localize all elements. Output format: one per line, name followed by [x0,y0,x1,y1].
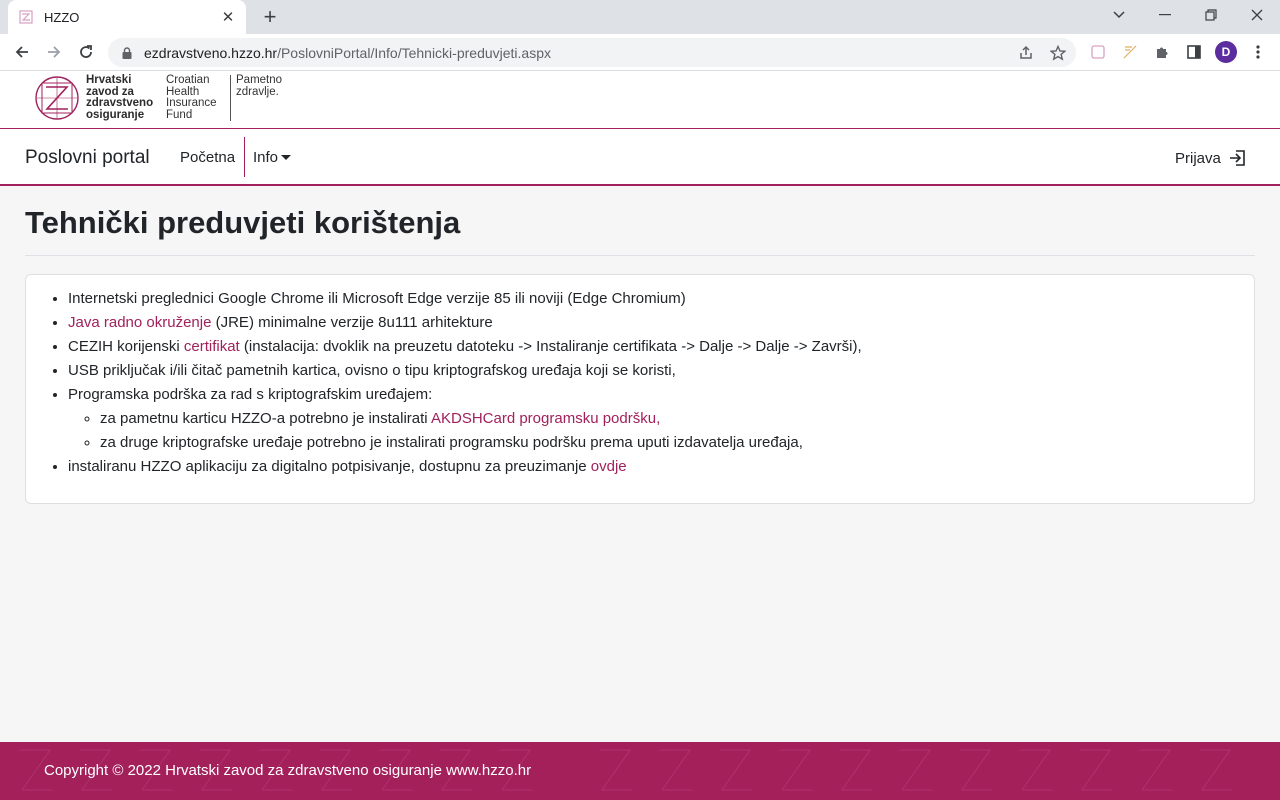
address-bar[interactable]: ezdravstveno.hzzo.hr/PoslovniPortal/Info… [108,38,1076,67]
browser-tab[interactable]: HZZO ✕ [8,0,246,34]
share-icon[interactable] [1016,43,1036,63]
back-icon[interactable] [10,40,34,64]
tab-title: HZZO [44,9,80,25]
extension-hzzo-icon[interactable] [1088,42,1108,62]
logo-slogan: Pametno zdravlje. [236,74,283,98]
list-item: CEZIH korijenski certifikat (instalacija… [68,335,862,359]
puzzle-icon[interactable] [1152,42,1172,62]
logo-text-hr: Hrvatski zavod za zdravstveno osiguranje [86,74,154,121]
nav-item-home[interactable]: Početna [180,149,235,166]
sub-list-item: za pametnu karticu HZZO-a potrebno je in… [100,407,862,431]
list-item-text: instaliranu HZZO aplikaciju za digitalno… [68,458,591,475]
list-item-text: CEZIH korijenski [68,338,184,355]
nav-item-info-dropdown[interactable]: Info [253,149,292,166]
restore-icon[interactable] [1188,0,1234,30]
list-item: instaliranu HZZO aplikaciju za digitalno… [68,455,862,479]
window-close-icon[interactable] [1234,0,1280,30]
list-item-text: (instalacija: dvoklik na preuzetu datote… [239,338,862,355]
title-divider [25,255,1255,256]
browser-tabbar: HZZO ✕ + [0,0,1280,34]
list-item-text: Internetski preglednici Google Chrome il… [68,290,686,307]
url-text: ezdravstveno.hzzo.hr/PoslovniPortal/Info… [144,44,551,61]
logo-mark-icon [35,76,79,120]
certificate-link[interactable]: certifikat [184,338,240,355]
hzzo-logo[interactable]: Hrvatski zavod za zdravstveno osiguranje… [34,74,283,121]
sub-list: za pametnu karticu HZZO-a potrebno je in… [100,407,862,455]
list-item-text: USB priključak i/ili čitač pametnih kart… [68,362,676,379]
login-icon [1229,150,1245,166]
close-icon[interactable]: ✕ [220,9,236,26]
download-link[interactable]: ovdje [591,458,627,475]
sidepanel-icon[interactable] [1184,42,1204,62]
java-link[interactable]: Java radno okruženje [68,314,211,331]
tab-search-icon[interactable] [1096,0,1142,30]
list-item: Internetski preglednici Google Chrome il… [68,287,862,311]
menu-icon[interactable] [1248,42,1268,62]
caret-down-icon [281,155,292,160]
logo-divider [230,75,231,121]
list-item: USB priključak i/ili čitač pametnih kart… [68,359,862,383]
forward-icon[interactable] [42,40,66,64]
list-item: Java radno okruženje (JRE) minimalne ver… [68,311,862,335]
browser-toolbar: ezdravstveno.hzzo.hr/PoslovniPortal/Info… [0,34,1280,71]
login-button[interactable]: Prijava [1175,149,1247,167]
list-item: Programska podrška za rad s kriptografsk… [68,383,862,455]
nav-item-info-label: Info [253,149,279,166]
akdshcard-link[interactable]: AKDSHCard programsku podršku, [431,410,660,427]
list-item-text: Programska podrška za rad s kriptografsk… [68,386,433,403]
list-item-text: za pametnu karticu HZZO-a potrebno je in… [100,410,431,427]
plus-icon[interactable]: + [258,4,282,29]
lock-icon[interactable] [120,46,134,60]
login-label: Prijava [1175,149,1221,167]
site-navbar: Poslovni portal Početna Info Prijava [0,129,1280,186]
footer-copyright: Copyright © 2022 Hrvatski zavod za zdrav… [44,762,532,779]
list-item-text: (JRE) minimalne verzije 8u111 arhitektur… [211,314,493,331]
requirements-list: Internetski preglednici Google Chrome il… [68,287,862,479]
logo-text-en: Croatian Health Insurance Fund [166,74,217,121]
minimize-icon[interactable] [1142,0,1188,30]
site-footer: Copyright © 2022 Hrvatski zavod za zdrav… [0,742,1280,800]
reload-icon[interactable] [74,40,98,64]
requirements-card: Internetski preglednici Google Chrome il… [25,274,1255,504]
avatar[interactable]: D [1215,41,1237,63]
navbar-brand[interactable]: Poslovni portal [25,147,150,169]
extension-note-icon[interactable] [1120,42,1140,62]
favicon-icon [18,9,34,25]
site-header: Hrvatski zavod za zdravstveno osiguranje… [0,71,1280,129]
star-icon[interactable] [1048,43,1068,63]
nav-divider [244,137,245,177]
page-title: Tehnički preduvjeti korištenja [25,205,461,240]
sub-list-item: za druge kriptografske uređaje potrebno … [100,431,862,455]
list-item-text: za druge kriptografske uređaje potrebno … [100,434,803,451]
